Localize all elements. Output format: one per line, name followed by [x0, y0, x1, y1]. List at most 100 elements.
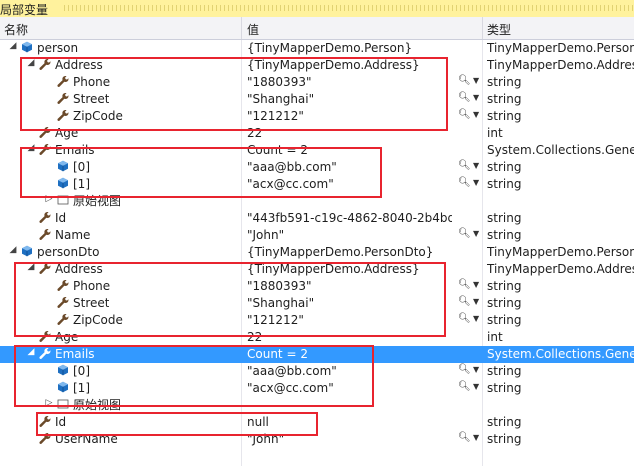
text-visualizer-icon[interactable]: 🔍︎ — [458, 92, 471, 103]
tree-row[interactable]: [1] "acx@cc.com" 🔍︎ ▼ string — [0, 176, 634, 193]
collapse-toggle-icon[interactable]: ◢ — [26, 262, 36, 272]
tree-row[interactable]: ZipCode "121212" 🔍︎ ▼ string — [0, 108, 634, 125]
collapse-toggle-icon[interactable]: ◢ — [26, 58, 36, 68]
row-value[interactable]: "aaa@bb.com" — [247, 160, 452, 176]
row-type: System.Collections.Generic. — [487, 143, 634, 157]
visualizer-dropdown-icon[interactable]: ▼ — [473, 314, 479, 323]
text-visualizer-icon[interactable]: 🔍︎ — [458, 279, 471, 290]
text-visualizer-icon[interactable]: 🔍︎ — [458, 296, 471, 307]
column-header-value[interactable]: 值 — [247, 21, 259, 38]
row-value[interactable]: "121212" — [247, 109, 452, 125]
row-type: string — [487, 279, 522, 293]
row-value[interactable]: {TinyMapperDemo.Address} — [247, 262, 452, 278]
visualizer-dropdown-icon[interactable]: ▼ — [473, 93, 479, 102]
row-value[interactable]: {TinyMapperDemo.Address} — [247, 58, 452, 74]
text-visualizer-icon[interactable]: 🔍︎ — [458, 177, 471, 188]
row-name: Emails — [55, 143, 95, 157]
tree-row[interactable]: ◢ personDto {TinyMapperDemo.PersonDto} Tiny… — [0, 244, 634, 261]
tree-row[interactable]: UserName "John" 🔍︎ ▼ string — [0, 431, 634, 448]
row-value[interactable]: "John" — [247, 228, 452, 244]
visualizer-dropdown-icon[interactable]: ▼ — [473, 433, 479, 442]
column-header-name[interactable]: 名称 — [4, 21, 28, 38]
text-visualizer-icon[interactable]: 🔍︎ — [458, 364, 471, 375]
tree-row[interactable]: Id "443fb591-c19c-4862-8040-2b4bda4cac str… — [0, 210, 634, 227]
raw-view-icon — [57, 194, 69, 207]
row-value[interactable] — [247, 194, 452, 210]
row-name: Street — [73, 92, 110, 106]
tree-row[interactable]: Phone "1880393" 🔍︎ ▼ string — [0, 278, 634, 295]
text-visualizer-icon[interactable]: 🔍︎ — [458, 313, 471, 324]
property-wrench-icon — [57, 75, 69, 88]
tool-window-titlebar[interactable]: 局部变量 — [0, 0, 634, 17]
row-name: Street — [73, 296, 110, 310]
column-splitter[interactable] — [482, 17, 483, 39]
text-visualizer-icon[interactable]: 🔍︎ — [458, 75, 471, 86]
collapse-toggle-icon[interactable]: ◢ — [26, 143, 36, 153]
expand-toggle-icon[interactable]: ▷ — [44, 194, 54, 204]
tree-row[interactable]: Name "John" 🔍︎ ▼ string — [0, 227, 634, 244]
row-value[interactable]: "Shanghai" — [247, 296, 452, 312]
collapse-toggle-icon[interactable]: ◢ — [8, 245, 18, 255]
collapse-toggle-icon[interactable]: ◢ — [26, 347, 36, 357]
visualizer-dropdown-icon[interactable]: ▼ — [473, 280, 479, 289]
row-name: 原始视图 — [73, 194, 122, 208]
column-splitter[interactable] — [241, 17, 242, 39]
visualizer-dropdown-icon[interactable]: ▼ — [473, 297, 479, 306]
tree-row[interactable]: ◢ Emails Count = 2 System.Collections.Gener… — [0, 346, 634, 363]
row-value[interactable]: {TinyMapperDemo.PersonDto} — [247, 245, 452, 261]
row-value[interactable]: "acx@cc.com" — [247, 381, 452, 397]
row-value[interactable]: "121212" — [247, 313, 452, 329]
text-visualizer-icon[interactable]: 🔍︎ — [458, 160, 471, 171]
window-title: 局部变量 — [0, 3, 49, 17]
tree-row[interactable]: Phone "1880393" 🔍︎ ▼ string — [0, 74, 634, 91]
tree-row[interactable]: Street "Shanghai" 🔍︎ ▼ string — [0, 295, 634, 312]
expand-toggle-icon[interactable]: ▷ — [44, 398, 54, 408]
visualizer-dropdown-icon[interactable]: ▼ — [473, 110, 479, 119]
tree-row[interactable]: ▷ 原始视图 — [0, 397, 634, 414]
tree-row[interactable]: [0] "aaa@bb.com" 🔍︎ ▼ string — [0, 159, 634, 176]
collapse-toggle-icon[interactable]: ◢ — [8, 41, 18, 51]
row-value[interactable] — [247, 398, 452, 414]
visualizer-dropdown-icon[interactable]: ▼ — [473, 382, 479, 391]
property-wrench-icon — [57, 313, 69, 326]
visualizer-dropdown-icon[interactable]: ▼ — [473, 178, 479, 187]
visualizer-dropdown-icon[interactable]: ▼ — [473, 365, 479, 374]
tree-row[interactable]: ◢ Address {TinyMapperDemo.Address} TinyMapp… — [0, 57, 634, 74]
row-value[interactable]: "acx@cc.com" — [247, 177, 452, 193]
tree-row[interactable]: ◢ Address {TinyMapperDemo.Address} TinyMapp… — [0, 261, 634, 278]
tree-row[interactable]: ▷ 原始视图 — [0, 193, 634, 210]
text-visualizer-icon[interactable]: 🔍︎ — [458, 109, 471, 120]
tree-row[interactable]: [0] "aaa@bb.com" 🔍︎ ▼ string — [0, 363, 634, 380]
row-value[interactable]: "aaa@bb.com" — [247, 364, 452, 380]
row-value[interactable]: "443fb591-c19c-4862-8040-2b4bda4cac — [247, 211, 452, 227]
row-value[interactable]: Count = 2 — [247, 347, 452, 363]
row-name: Phone — [73, 75, 111, 89]
titlebar-grip[interactable] — [64, 5, 634, 11]
visualizer-dropdown-icon[interactable]: ▼ — [473, 161, 479, 170]
text-visualizer-icon[interactable]: 🔍︎ — [458, 381, 471, 392]
visualizer-dropdown-icon[interactable]: ▼ — [473, 76, 479, 85]
visualizer-dropdown-icon[interactable]: ▼ — [473, 229, 479, 238]
tree-row[interactable]: ◢ Emails Count = 2 System.Collections.Gener… — [0, 142, 634, 159]
tree-row[interactable]: Age 22 int — [0, 125, 634, 142]
row-value[interactable]: "Shanghai" — [247, 92, 452, 108]
row-name: personDto — [37, 245, 100, 259]
text-visualizer-icon[interactable]: 🔍︎ — [458, 228, 471, 239]
row-value[interactable]: Count = 2 — [247, 143, 452, 159]
row-value[interactable]: {TinyMapperDemo.Person} — [247, 41, 452, 57]
row-value[interactable]: 22 — [247, 330, 452, 346]
row-value[interactable]: 22 — [247, 126, 452, 142]
row-value[interactable]: "1880393" — [247, 279, 452, 295]
row-value[interactable]: null — [247, 415, 452, 431]
text-visualizer-icon[interactable]: 🔍︎ — [458, 432, 471, 443]
row-name: [1] — [73, 381, 90, 395]
tree-row[interactable]: [1] "acx@cc.com" 🔍︎ ▼ string — [0, 380, 634, 397]
tree-row[interactable]: Age 22 int — [0, 329, 634, 346]
tree-row[interactable]: Id null string — [0, 414, 634, 431]
tree-row[interactable]: ZipCode "121212" 🔍︎ ▼ string — [0, 312, 634, 329]
tree-row[interactable]: Street "Shanghai" 🔍︎ ▼ string — [0, 91, 634, 108]
row-value[interactable]: "1880393" — [247, 75, 452, 91]
row-value[interactable]: "John" — [247, 432, 452, 448]
column-header-type[interactable]: 类型 — [487, 21, 511, 38]
tree-row[interactable]: ◢ person {TinyMapperDemo.Person} TinyMapper… — [0, 40, 634, 57]
